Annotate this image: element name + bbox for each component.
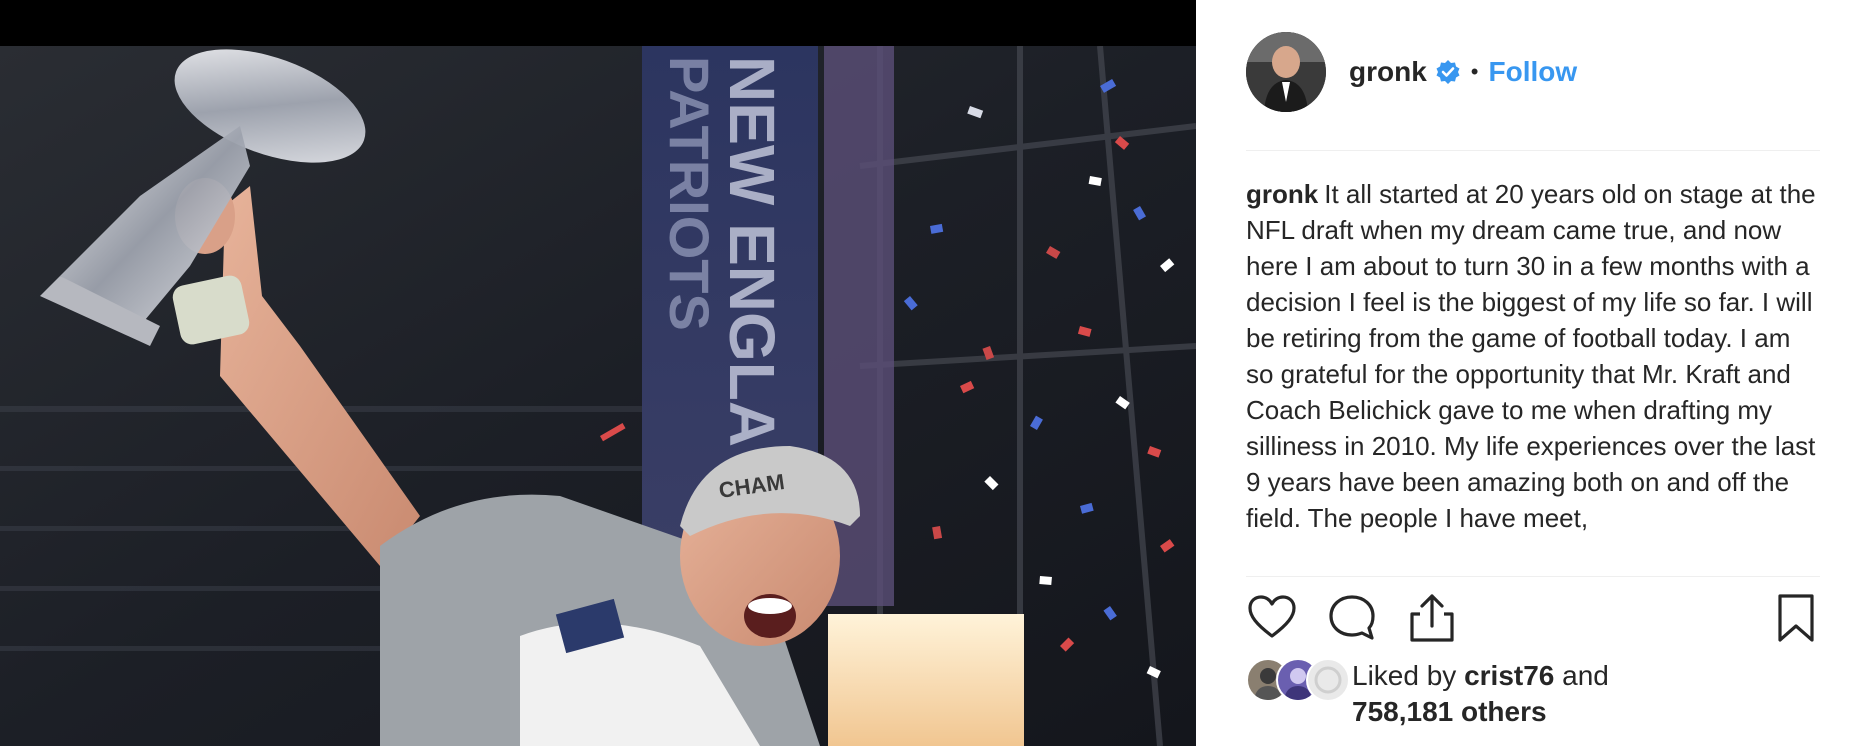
verified-badge-icon (1435, 59, 1461, 85)
follow-button[interactable]: Follow (1488, 56, 1577, 88)
likes-text: Liked by crist76 and 758,181 others (1352, 658, 1609, 730)
liker-avatars (1246, 658, 1356, 702)
username[interactable]: gronk (1349, 56, 1427, 88)
likes-username[interactable]: crist76 (1464, 660, 1554, 691)
caption-divider (1246, 576, 1820, 577)
likes-and: and (1562, 660, 1609, 691)
banner-text-2: PATRIOTS (658, 56, 721, 331)
bookmark-icon[interactable] (1770, 592, 1822, 644)
banner-text: NEW ENGLA (716, 56, 788, 447)
caption-username[interactable]: gronk (1246, 179, 1318, 209)
post-photo[interactable]: NEW ENGLA PATRIOTS CHAM (0, 0, 1196, 746)
header-divider (1246, 150, 1820, 151)
photo-letterbox (0, 0, 1196, 46)
comment-icon[interactable] (1326, 592, 1378, 644)
post-caption: gronk It all started at 20 years old on s… (1246, 176, 1824, 570)
likes-summary: Liked by crist76 and 758,181 others (1246, 656, 1822, 736)
photo-illustration: NEW ENGLA PATRIOTS CHAM (0, 46, 1196, 746)
avatar-image (1246, 32, 1326, 112)
author-avatar[interactable] (1246, 32, 1326, 112)
likes-prefix: Liked by (1352, 660, 1457, 691)
likes-count[interactable]: 758,181 others (1352, 696, 1547, 727)
caption-text: It all started at 20 years old on stage … (1246, 179, 1816, 533)
liker-avatar[interactable] (1306, 658, 1350, 702)
share-icon[interactable] (1406, 592, 1458, 644)
heart-icon[interactable] (1246, 592, 1298, 644)
action-bar (1246, 592, 1822, 646)
separator-dot: • (1470, 59, 1479, 84)
post-panel: gronk • Follow gronk It all started at 20… (1196, 0, 1862, 746)
post-header: gronk • Follow (1349, 52, 1577, 92)
